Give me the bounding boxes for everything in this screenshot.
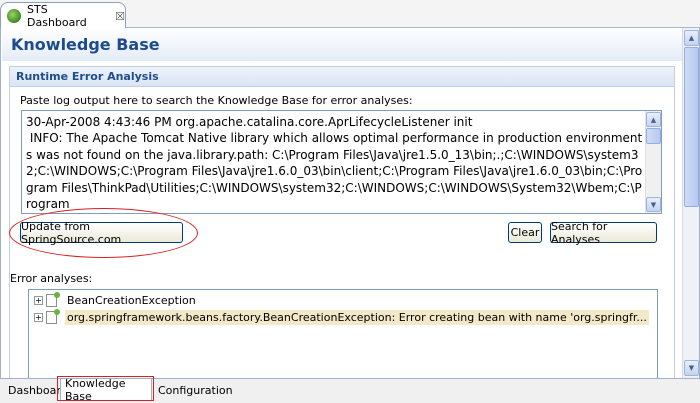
section-header[interactable]: Runtime Error Analysis [10, 67, 674, 87]
tab-dashboard[interactable]: Dashboard [4, 379, 68, 401]
error-analyses-label: Error analyses: [10, 272, 93, 285]
page-title: Knowledge Base [11, 35, 160, 54]
log-scroll-thumb[interactable] [646, 128, 661, 144]
sts-leaf-icon [7, 9, 21, 23]
update-from-springsource-button[interactable]: Update from SpringSource.com [20, 220, 183, 246]
tree-row-label[interactable]: BeanCreationException [65, 293, 198, 308]
page-header: Knowledge Base [2, 28, 682, 61]
scroll-up-arrow-icon[interactable]: ▲ [684, 30, 699, 46]
section-title: Runtime Error Analysis [16, 70, 159, 83]
editor-tab-bar: STS Dashboard ☒ [0, 0, 700, 29]
close-icon[interactable]: ☒ [115, 10, 125, 23]
tree-row-label[interactable]: org.springframework.beans.factory.BeanCr… [65, 310, 649, 325]
expand-plus-icon[interactable]: + [34, 296, 43, 305]
log-vertical-scrollbar[interactable]: ▲ ▼ [645, 111, 661, 213]
log-scroll-up-arrow-icon[interactable]: ▲ [646, 112, 661, 127]
tree-row[interactable]: + BeanCreationException [29, 292, 198, 309]
log-output-text[interactable]: 30-Apr-2008 4:43:46 PM org.apache.catali… [26, 114, 644, 213]
search-for-analyses-button[interactable]: Search for Analyses [550, 220, 657, 246]
scroll-down-arrow-icon[interactable]: ▼ [684, 360, 699, 376]
paste-log-label: Paste log output here to search the Know… [20, 94, 413, 107]
editor-tab-label: STS Dashboard [27, 3, 87, 29]
tab-configuration[interactable]: Configuration [154, 379, 233, 401]
error-analysis-doc-icon [46, 292, 60, 307]
scroll-thumb[interactable] [684, 47, 699, 207]
expand-plus-icon[interactable]: + [34, 313, 43, 322]
error-analysis-doc-icon [46, 309, 60, 324]
log-output-textarea[interactable]: 30-Apr-2008 4:43:46 PM org.apache.catali… [21, 110, 662, 214]
clear-button[interactable]: Clear [508, 222, 542, 243]
form-vertical-scrollbar[interactable]: ▲ ▼ [682, 28, 699, 378]
tree-row[interactable]: + org.springframework.beans.factory.Bean… [29, 309, 649, 326]
tab-knowledge-base[interactable]: Knowledge Base [60, 377, 152, 403]
error-analyses-tree[interactable]: + BeanCreationException + org.springfram… [28, 289, 658, 378]
form-page-tabs: Dashboard Knowledge Base Configuration [0, 377, 700, 403]
log-scroll-down-arrow-icon[interactable]: ▼ [646, 197, 661, 212]
editor-tab-sts-dashboard[interactable]: STS Dashboard ☒ [0, 2, 126, 29]
